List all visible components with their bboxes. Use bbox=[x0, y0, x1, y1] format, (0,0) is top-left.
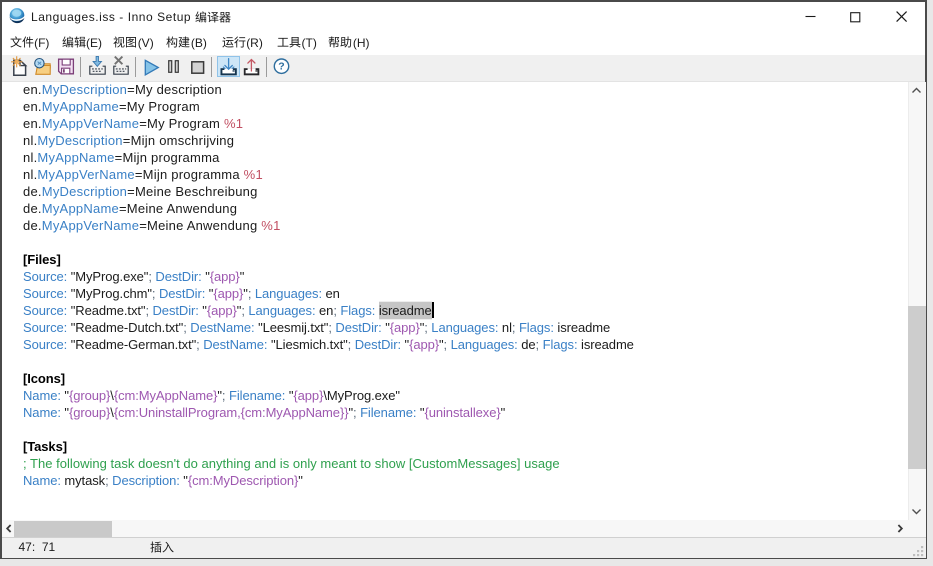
svg-text:?: ? bbox=[278, 61, 284, 73]
